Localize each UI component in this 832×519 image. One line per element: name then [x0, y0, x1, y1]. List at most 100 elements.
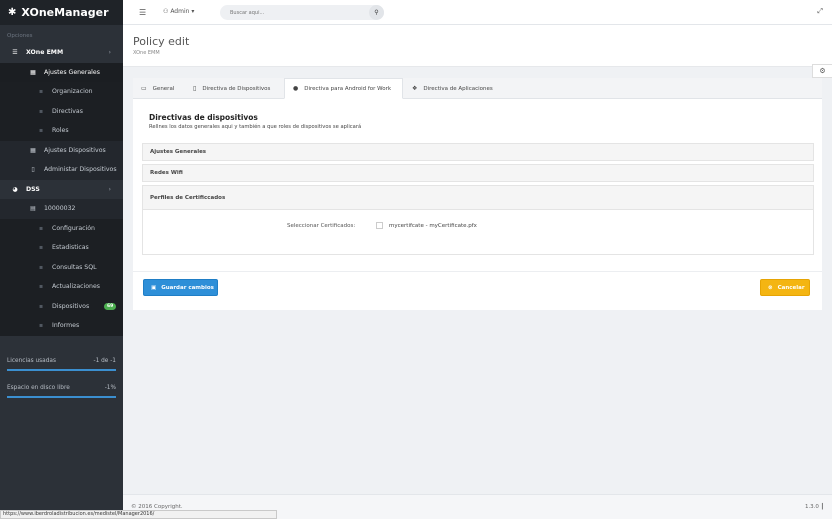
user-name: Admin	[170, 8, 190, 15]
list-icon: ☰	[12, 49, 18, 57]
mobile-icon: ▯	[193, 85, 197, 92]
table-icon: ▦	[30, 146, 36, 154]
tab-label: Directiva para Android for Work	[304, 85, 392, 92]
cancel-label: Cancelar	[777, 284, 805, 291]
accordion-redes-wifi[interactable]: Redes Wifi	[142, 164, 814, 182]
search-button[interactable]: ⚲	[369, 5, 384, 20]
search-box: ⚲	[220, 5, 384, 20]
user-icon: ▪	[38, 127, 44, 135]
settings-gear-icon[interactable]: ⚙	[812, 64, 832, 78]
brand-name: XOneManager	[21, 6, 109, 19]
sidebar-item-label: Configuración	[52, 224, 95, 232]
chart-icon: ▪	[38, 244, 44, 252]
expand-icon[interactable]: ⤢	[817, 7, 823, 16]
accordion-label: Redes Wifi	[150, 170, 183, 176]
sidebar-item-dispositivos[interactable]: ▪ Dispositivos 69	[0, 296, 123, 316]
building-icon: ▪	[38, 88, 44, 96]
chevron-right-icon: ›	[108, 49, 111, 56]
brand[interactable]: ✱ XOneManager	[0, 0, 123, 25]
mobile-icon: ▯	[31, 166, 35, 174]
tab-bar: ▭ General ▯ Directiva de Dispositivos ● …	[133, 78, 822, 99]
cert-select-label: Seleccionar Certificados:	[287, 223, 356, 229]
sidebar-item-configuracion[interactable]: ▪ Configuración	[0, 218, 123, 238]
tab-general[interactable]: ▭ General	[133, 78, 183, 99]
sidebar-item-directivas[interactable]: ▪ Directivas	[0, 101, 123, 121]
version: 1.3.0 ┃	[805, 504, 824, 510]
wrench-icon: ▪	[38, 224, 44, 232]
sidebar-item-informes[interactable]: ▪ Informes	[0, 316, 123, 336]
section-description: Rellnes los datos generales aqui y tambi…	[149, 124, 362, 130]
sidebar-item-label: Directivas	[52, 107, 83, 115]
stat-value: -1 de -1	[93, 358, 117, 364]
stat-licencias: Licencias usadas -1 de -1	[0, 350, 123, 373]
chevron-right-icon: ›	[108, 185, 111, 193]
sidebar-item-ajustes-dispositivos[interactable]: ▦ Ajustes Dispositivos	[0, 140, 123, 160]
user-menu[interactable]: ⚇ Admin ▾	[163, 8, 194, 15]
sidebar-item-roles[interactable]: ▪ Roles	[0, 121, 123, 141]
accordion-perfiles-certificados[interactable]: Perfiles de Certificcados	[142, 185, 814, 210]
sidebar-item-xone-emm[interactable]: ☰ XOne EMM ›	[0, 43, 123, 63]
cancel-button[interactable]: ⊗ Cancelar	[760, 279, 810, 296]
android-icon: ●	[293, 85, 299, 92]
sidebar-item-label: Estadisticas	[52, 244, 89, 252]
tab-directiva-aplicaciones[interactable]: ❖ Directiva de Aplicaciones	[404, 78, 504, 99]
search-icon: ⚲	[374, 9, 379, 16]
sidebar-item-dss[interactable]: ◕ DSS ›	[0, 179, 123, 199]
caret-down-icon: ▾	[191, 8, 195, 15]
stat-value: -1%	[104, 385, 116, 391]
sidebar-item-label: XOne EMM	[26, 49, 64, 57]
status-bar-url: https://www.iberdroladistribucion.es/med…	[0, 510, 277, 519]
sidebar-item-consultas-sql[interactable]: ▪ Consultas SQL	[0, 257, 123, 277]
sidebar-item-label: Actualizaciones	[52, 283, 101, 291]
stat-label: Licencias usadas	[7, 358, 56, 364]
page-subtitle: XOne EMM	[133, 50, 160, 56]
save-button[interactable]: ▣ Guardar cambios	[143, 279, 218, 296]
sidebar-item-organizacion[interactable]: ▪ Organizacion	[0, 82, 123, 102]
tab-label: General	[152, 85, 175, 92]
search-input[interactable]	[220, 9, 360, 16]
cancel-icon: ⊗	[768, 284, 773, 291]
cert-option-label: mycertifcate - myCertificate.pfx	[389, 223, 477, 229]
section-title: Directivas de dispositivos	[149, 113, 258, 122]
sidebar-item-ajustes-generales[interactable]: ▦ Ajustes Generales	[0, 62, 123, 82]
tab-directiva-dispositivos[interactable]: ▯ Directiva de Dispositivos	[185, 78, 283, 99]
scroll-indicator-icon: ┃	[820, 504, 824, 510]
accordion-ajustes-generales[interactable]: Ajustes Generales	[142, 143, 814, 161]
page-title: Policy edit	[133, 35, 190, 48]
dashboard-icon: ◕	[12, 185, 18, 193]
version-number: 1.3.0	[804, 504, 819, 510]
menu-toggle-icon[interactable]: ☰	[139, 8, 146, 17]
sidebar-item-label: Dispositivos	[52, 302, 90, 310]
sidebar-item-label: Ajustes Generales	[44, 68, 100, 76]
folder-icon: ▭	[141, 85, 147, 92]
stat-label: Espacio en disco libre	[7, 385, 70, 391]
floppy-icon: ▣	[151, 284, 157, 291]
sidebar-item-estadisticas[interactable]: ▪ Estadisticas	[0, 238, 123, 258]
sidebar-item-10000032[interactable]: ▤ 10000032	[0, 199, 123, 219]
tab-android-for-work[interactable]: ● Directiva para Android for Work	[284, 78, 403, 99]
mobile-icon: ▪	[38, 302, 44, 310]
sidebar-item-label: Organizacion	[52, 88, 93, 96]
sidebar-item-label: Roles	[52, 127, 69, 135]
accordion-body-certificados: Seleccionar Certificados: mycertifcate -…	[142, 210, 814, 255]
apps-icon: ❖	[412, 85, 418, 92]
table-icon: ▦	[30, 68, 36, 76]
page-header: Policy edit XOne EMM	[123, 25, 832, 67]
stat-progress-bar	[7, 369, 116, 371]
sidebar-item-label: Administar Dispositivos	[44, 166, 117, 174]
sidebar-item-actualizaciones[interactable]: ▪ Actualizaciones	[0, 277, 123, 297]
sidebar-item-label: 10000032	[44, 205, 76, 213]
tab-label: Directiva de Dispositivos	[202, 85, 271, 92]
accordion-label: Ajustes Generales	[150, 149, 207, 155]
save-label: Guardar cambios	[161, 284, 214, 291]
sidebar-item-administar-dispositivos[interactable]: ▯ Administar Dispositivos	[0, 160, 123, 180]
sidebar-item-label: DSS	[26, 185, 40, 193]
accordion-label: Perfiles de Certificcados	[150, 194, 226, 201]
report-icon: ▪	[38, 322, 44, 330]
user-icon: ⚇	[163, 8, 169, 15]
sidebar: ✱ XOneManager Opciones ☰ XOne EMM › ▦ Aj…	[0, 0, 123, 519]
cert-checkbox[interactable]	[376, 222, 383, 229]
stat-progress-bar	[7, 396, 116, 398]
policy-panel: ▭ General ▯ Directiva de Dispositivos ● …	[133, 78, 822, 310]
sidebar-item-label: Informes	[52, 322, 80, 330]
